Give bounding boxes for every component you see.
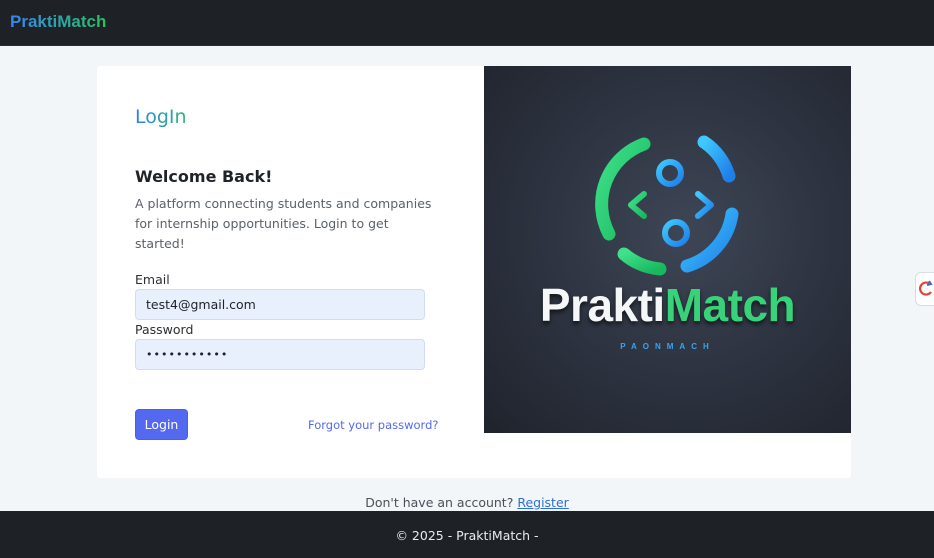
welcome-heading: Welcome Back! — [135, 167, 273, 186]
forgot-password-link[interactable]: Forgot your password? — [308, 418, 438, 432]
login-button[interactable]: Login — [135, 409, 188, 440]
footer: © 2025 - PraktiMatch - — [0, 511, 934, 558]
register-link[interactable]: Register — [517, 495, 568, 510]
hero-brand-name: PraktiMatch — [539, 279, 796, 331]
register-prompt-text: Don't have an account? — [365, 495, 518, 510]
email-field[interactable] — [135, 289, 425, 320]
navbar: PraktiMatch — [0, 0, 934, 46]
email-label: Email — [135, 272, 170, 287]
refresh-widget-icon[interactable] — [915, 272, 934, 306]
login-card: LogIn Welcome Back! A platform connectin… — [97, 66, 851, 478]
password-field[interactable] — [135, 339, 425, 370]
praktimatch-logo-icon — [595, 135, 739, 276]
footer-copyright: © 2025 - PraktiMatch - — [395, 528, 539, 543]
platform-description: A platform connecting students and compa… — [135, 196, 432, 251]
page-title: LogIn — [135, 106, 187, 128]
brand-logo[interactable]: PraktiMatch — [10, 12, 106, 32]
password-label: Password — [135, 322, 194, 337]
register-prompt: Don't have an account? Register — [0, 495, 934, 510]
hero-image: PraktiMatch PAONMACH — [484, 66, 851, 433]
hero-tagline: PAONMACH — [620, 342, 715, 351]
